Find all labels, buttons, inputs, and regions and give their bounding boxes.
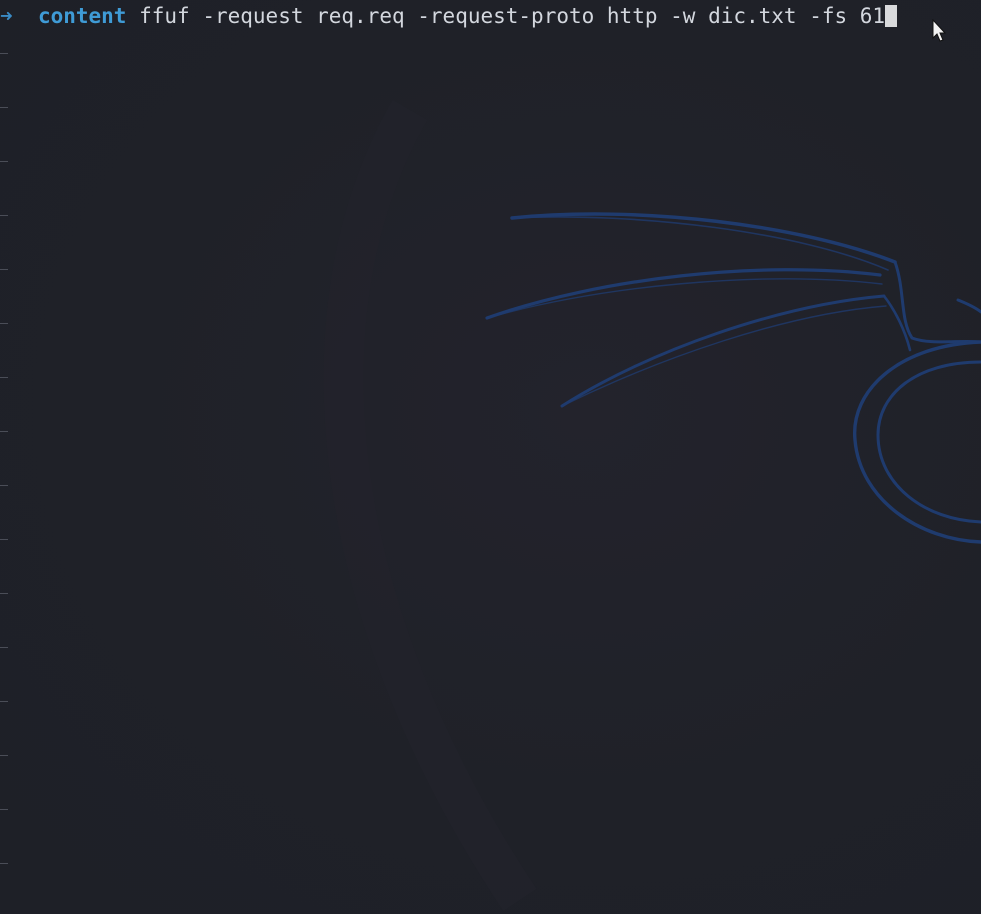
gutter-tick [0, 215, 8, 216]
gutter-tick [0, 647, 8, 648]
gutter-tick [0, 431, 8, 432]
gutter-tick [0, 53, 8, 54]
gutter-tick [0, 539, 8, 540]
gutter-tick [0, 809, 8, 810]
gutter-tick [0, 755, 8, 756]
gutter-tick [0, 485, 8, 486]
command-line[interactable]: ➜ content ffuf -request req.req -request… [0, 3, 898, 29]
block-cursor [885, 5, 898, 27]
mouse-pointer-icon [932, 19, 946, 42]
command-text[interactable]: ffuf -request req.req -request-proto htt… [139, 4, 885, 28]
gutter-tick [0, 701, 8, 702]
gutter-tick [0, 269, 8, 270]
prompt-arrow-icon: ➜ [0, 4, 13, 28]
kali-dragon-icon [323, 99, 981, 912]
gutter-tick [0, 377, 8, 378]
gutter-tick [0, 863, 8, 864]
gutter-tick [0, 107, 8, 108]
terminal-window[interactable]: ➜ content ffuf -request req.req -request… [0, 0, 981, 914]
current-directory: content [37, 4, 127, 28]
gutter-tick [0, 323, 8, 324]
line-gutter [0, 0, 10, 914]
gutter-tick [0, 161, 8, 162]
gutter-tick [0, 593, 8, 594]
